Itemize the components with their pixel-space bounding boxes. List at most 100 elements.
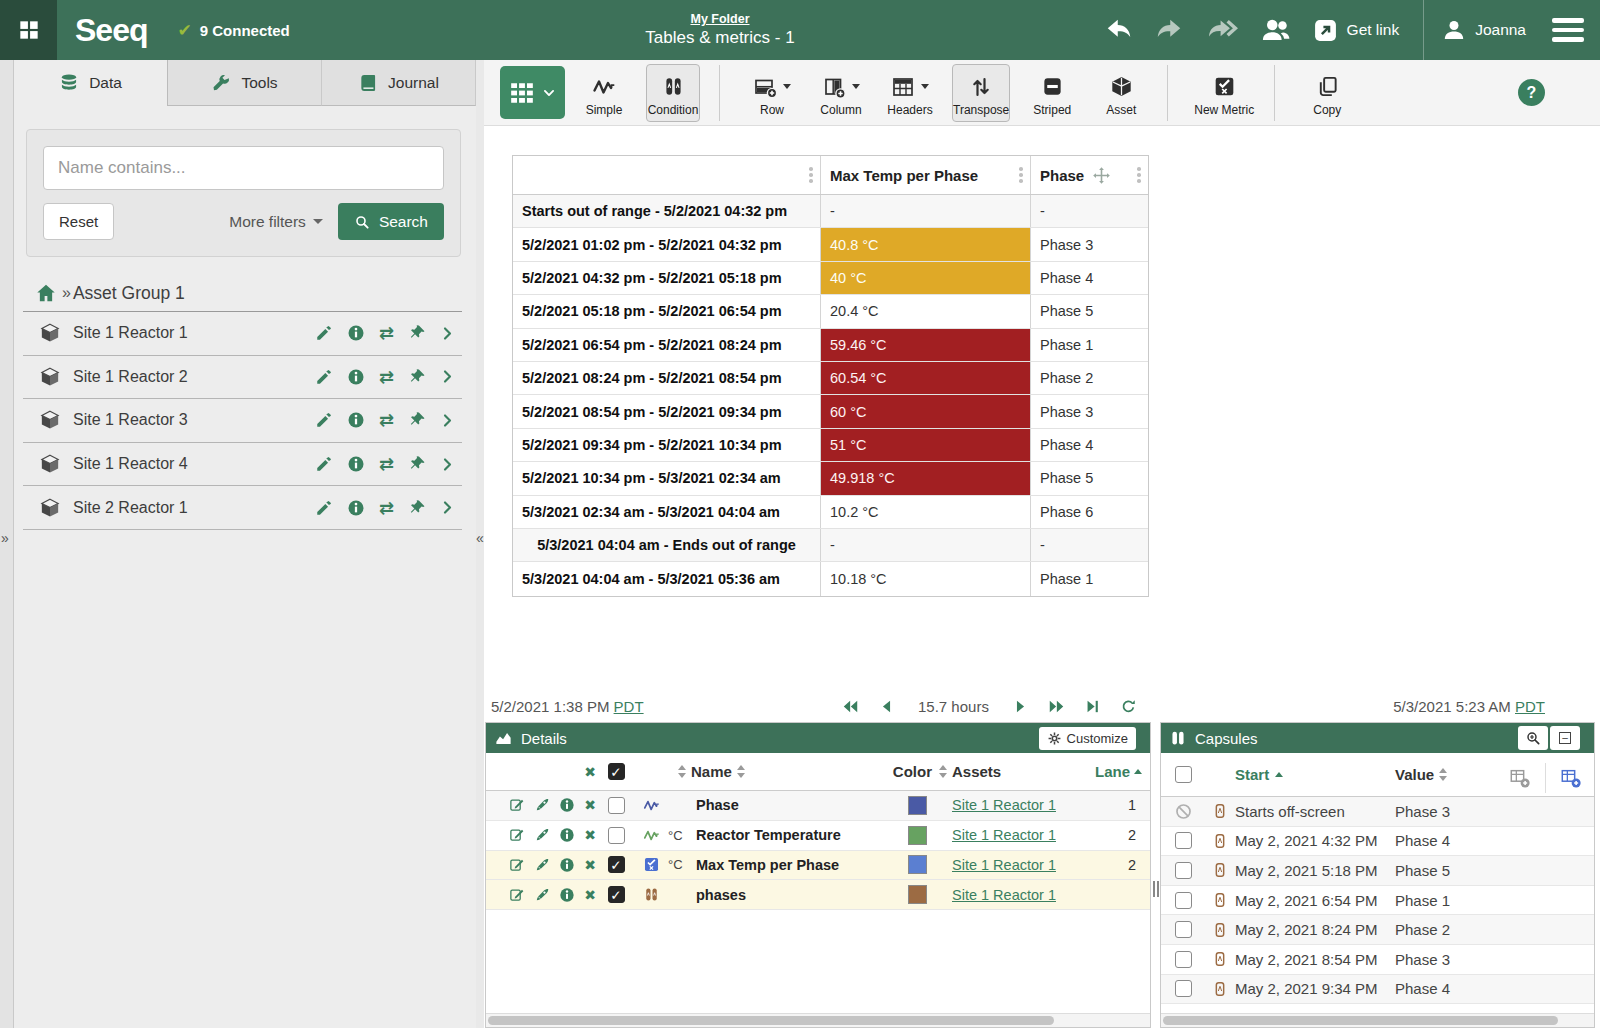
horizontal-scrollbar[interactable]: [1161, 1013, 1594, 1027]
info-icon[interactable]: [347, 455, 365, 473]
chevron-right-icon[interactable]: [440, 500, 455, 515]
capsule-row[interactable]: May 2, 2021 5:18 PM Phase 5: [1161, 856, 1594, 886]
capsule-row[interactable]: May 2, 2021 8:24 PM Phase 2: [1161, 915, 1594, 945]
remove-icon[interactable]: ✖: [584, 887, 596, 903]
column-menu-icon[interactable]: [1019, 167, 1023, 183]
item-name[interactable]: Phase: [696, 797, 882, 813]
add-column-blue-icon[interactable]: [1560, 767, 1582, 789]
pin-icon[interactable]: [408, 368, 426, 386]
chevron-right-icon[interactable]: [440, 457, 455, 472]
pin-icon[interactable]: [408, 499, 426, 517]
tab-data[interactable]: Data: [14, 60, 168, 106]
timezone-link[interactable]: PDT: [1515, 698, 1545, 715]
table-row[interactable]: Starts out of range - 5/2/2021 04:32 pm …: [513, 195, 1148, 228]
customize-button[interactable]: Customize: [1039, 727, 1136, 750]
row-checkbox[interactable]: [608, 886, 625, 903]
remove-icon[interactable]: ✖: [584, 857, 596, 873]
row-checkbox[interactable]: [1175, 832, 1192, 849]
asset-list-item[interactable]: Site 2 Reactor 1 ⇄: [23, 486, 462, 530]
range-duration[interactable]: 15.7 hours: [918, 698, 989, 715]
move-column-icon[interactable]: [1092, 166, 1111, 185]
step-forward-half-icon[interactable]: [1048, 698, 1065, 715]
row-checkbox[interactable]: [608, 797, 625, 814]
table-row[interactable]: 5/2/2021 10:34 pm - 5/3/2021 02:34 am 49…: [513, 462, 1148, 495]
table-row[interactable]: 5/2/2021 05:18 pm - 5/2/2021 06:54 pm 20…: [513, 295, 1148, 328]
value-column-header[interactable]: Value: [1395, 766, 1434, 783]
swap-asset-icon[interactable]: ⇄: [379, 455, 394, 473]
rocket-icon[interactable]: [534, 887, 550, 903]
step-back-icon[interactable]: [878, 698, 895, 715]
reset-button[interactable]: Reset: [43, 203, 114, 240]
chevron-right-icon[interactable]: [440, 413, 455, 428]
table-row[interactable]: 5/2/2021 04:32 pm - 5/2/2021 05:18 pm 40…: [513, 262, 1148, 295]
edit-icon[interactable]: [315, 411, 333, 429]
chevron-right-icon[interactable]: [440, 326, 455, 341]
connection-status[interactable]: ✔9 Connected: [177, 20, 289, 41]
table-row[interactable]: 5/2/2021 08:54 pm - 5/2/2021 09:34 pm 60…: [513, 395, 1148, 428]
swap-asset-icon[interactable]: ⇄: [379, 324, 394, 342]
view-selector-button[interactable]: [500, 66, 565, 119]
name-column-header[interactable]: Name: [691, 763, 732, 780]
table-row[interactable]: 5/3/2021 04:04 am - 5/3/2021 05:36 am 10…: [513, 562, 1148, 595]
pin-icon[interactable]: [408, 411, 426, 429]
capsule-row[interactable]: May 2, 2021 9:34 PM Phase 4: [1161, 975, 1594, 1005]
start-column-header[interactable]: Start: [1235, 766, 1269, 783]
table-row[interactable]: 5/2/2021 09:34 pm - 5/2/2021 10:34 pm 51…: [513, 429, 1148, 462]
get-link-button[interactable]: Get link: [1313, 18, 1400, 43]
asset-list-item[interactable]: Site 1 Reactor 1 ⇄: [23, 312, 462, 356]
row-checkbox[interactable]: [1175, 951, 1192, 968]
header-max-temp[interactable]: Max Temp per Phase: [821, 156, 1031, 194]
select-all-checkbox[interactable]: [608, 763, 625, 780]
swap-asset-icon[interactable]: ⇄: [379, 368, 394, 386]
row-checkbox[interactable]: [1175, 980, 1192, 997]
users-icon[interactable]: [1261, 15, 1291, 45]
sort-icon[interactable]: [939, 765, 947, 778]
collapse-arrows[interactable]: »: [1, 530, 9, 546]
toolbar-striped-button[interactable]: Striped: [1025, 64, 1079, 122]
zoom-to-capsule-button[interactable]: [1518, 726, 1548, 750]
info-icon[interactable]: [559, 827, 575, 843]
remove-icon[interactable]: ✖: [584, 827, 596, 843]
info-icon[interactable]: [559, 797, 575, 813]
toolbar-simple-button[interactable]: Simple: [577, 64, 631, 122]
asset-link[interactable]: Site 1 Reactor 1: [952, 827, 1056, 843]
toolbar-condition-button[interactable]: Condition: [646, 64, 700, 122]
horizontal-scrollbar[interactable]: [486, 1013, 1150, 1027]
column-menu-icon[interactable]: [809, 167, 813, 183]
minimize-panel-button[interactable]: –: [1550, 726, 1580, 750]
select-all-checkbox[interactable]: [1175, 766, 1192, 783]
edit-icon[interactable]: [509, 857, 525, 873]
step-back-half-icon[interactable]: [842, 698, 859, 715]
sidebar-resize-gutter[interactable]: «: [476, 60, 484, 1028]
info-icon[interactable]: [559, 857, 575, 873]
table-row[interactable]: 5/3/2021 04:04 am - Ends out of range - …: [513, 529, 1148, 562]
details-row[interactable]: ✖ phases Site 1 Reactor 1: [486, 880, 1150, 910]
toolbar-new-metric-button[interactable]: New Metric: [1193, 64, 1255, 122]
tab-tools[interactable]: Tools: [168, 60, 322, 106]
toolbar-asset-button[interactable]: Asset: [1094, 64, 1148, 122]
swap-asset-icon[interactable]: ⇄: [379, 411, 394, 429]
refresh-icon[interactable]: [1120, 698, 1137, 715]
panel-splitter[interactable]: [1151, 722, 1160, 1028]
edit-icon[interactable]: [315, 324, 333, 342]
toolbar-row-button[interactable]: Row: [745, 64, 799, 122]
asset-list-item[interactable]: Site 1 Reactor 3 ⇄: [23, 399, 462, 443]
step-to-now-icon[interactable]: [1084, 698, 1101, 715]
range-start[interactable]: 5/2/2021 1:38 PM PDT: [491, 698, 644, 715]
rocket-icon[interactable]: [534, 797, 550, 813]
search-input[interactable]: [43, 146, 444, 190]
asset-list-item[interactable]: Site 1 Reactor 2 ⇄: [23, 356, 462, 400]
edit-icon[interactable]: [315, 499, 333, 517]
capsule-row[interactable]: May 2, 2021 8:54 PM Phase 3: [1161, 945, 1594, 975]
item-name[interactable]: Max Temp per Phase: [696, 857, 882, 873]
details-row[interactable]: ✖ °C Max Temp per Phase Site 1 Reactor 1…: [486, 851, 1150, 881]
edit-icon[interactable]: [509, 827, 525, 843]
user-menu[interactable]: Joanna: [1442, 18, 1526, 42]
row-checkbox[interactable]: [1175, 892, 1192, 909]
info-icon[interactable]: [347, 324, 365, 342]
hamburger-menu-icon[interactable]: [1552, 18, 1584, 42]
row-checkbox[interactable]: [1175, 862, 1192, 879]
asset-group-name[interactable]: Asset Group 1: [73, 283, 185, 304]
tab-journal[interactable]: Journal: [322, 60, 476, 106]
splitter-handle-icon[interactable]: [1151, 874, 1160, 904]
